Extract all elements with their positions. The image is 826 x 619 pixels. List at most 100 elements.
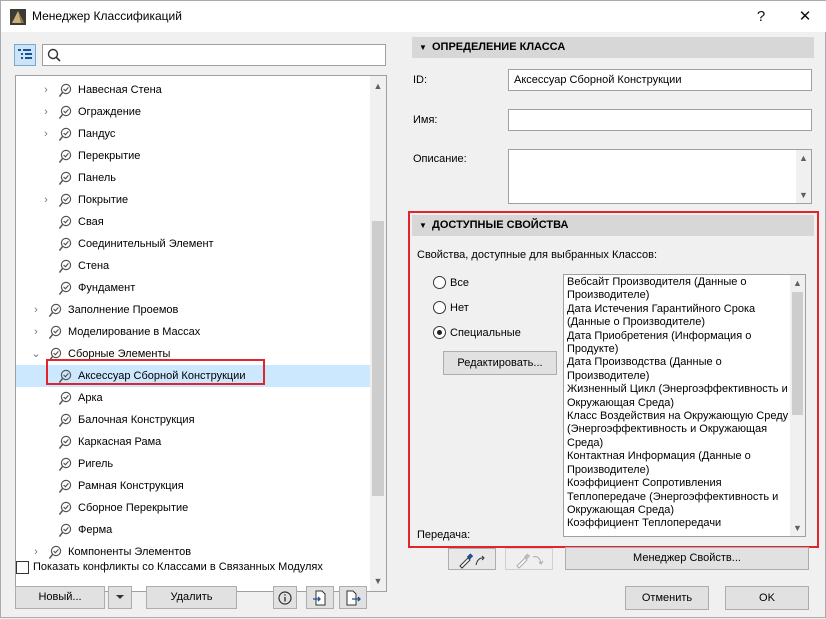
tree-item-label: Перекрытие [78, 150, 141, 162]
delete-button[interactable]: Удалить [146, 586, 237, 609]
cancel-button[interactable]: Отменить [625, 586, 709, 610]
class-definition-header[interactable]: ▼ ОПРЕДЕЛЕНИЕ КЛАССА [412, 37, 814, 58]
info-button[interactable] [273, 586, 297, 609]
classification-icon [58, 237, 73, 252]
tree-item[interactable]: › Заполнение Проемов [16, 299, 372, 321]
new-dropdown-button[interactable] [108, 586, 132, 609]
chevron-right-icon[interactable]: › [30, 299, 42, 321]
properties-caption: Свойства, доступные для выбранных Классо… [417, 249, 658, 261]
tree-item[interactable]: Рамная Конструкция [16, 475, 372, 497]
tree-item[interactable]: › Моделирование в Массах [16, 321, 372, 343]
radio-none[interactable] [433, 301, 446, 314]
export-button[interactable] [339, 586, 367, 609]
eyedropper-pick-icon [459, 553, 485, 569]
tree-item[interactable]: Панель [16, 167, 372, 189]
property-item[interactable]: Вебсайт Производителя (Данные о Производ… [567, 276, 789, 303]
search-input[interactable] [42, 44, 386, 66]
property-item[interactable]: Дата Истечения Гарантийного Срока (Данны… [567, 303, 789, 330]
classification-icon [58, 457, 73, 472]
properties-scrollbar[interactable]: ▲ ▼ [790, 275, 805, 536]
tree-item[interactable]: Арка [16, 387, 372, 409]
property-item[interactable]: Контактная Информация (Данные о Производ… [567, 450, 789, 477]
chevron-right-icon[interactable]: › [40, 123, 52, 145]
tree-item[interactable]: Перекрытие [16, 145, 372, 167]
tree-item-label: Балочная Конструкция [78, 414, 195, 426]
property-item[interactable]: Коэффициент Сопротивления [567, 477, 789, 490]
tree-item-label: Компоненты Элементов [68, 546, 192, 558]
new-button[interactable]: Новый... [15, 586, 105, 609]
tree-item-label: Каркасная Рама [78, 436, 162, 448]
tree-item[interactable]: › Ограждение [16, 101, 372, 123]
scroll-down-icon[interactable]: ▼ [796, 187, 811, 203]
property-item[interactable]: Класс Воздействия на Окружающую Среду (Э… [567, 410, 789, 450]
scrollbar-thumb[interactable] [792, 292, 803, 415]
eyedropper-inject-icon [516, 553, 544, 569]
properties-list[interactable]: Вебсайт Производителя (Данные о Производ… [563, 274, 806, 537]
transfer-label: Передача: [417, 529, 471, 541]
classification-icon [58, 171, 73, 186]
classification-icon [58, 479, 73, 494]
tree-item[interactable]: › Покрытие [16, 189, 372, 211]
classification-icon [58, 501, 73, 516]
pick-up-parameters-button[interactable] [448, 548, 496, 570]
tree-item[interactable]: Соединительный Элемент [16, 233, 372, 255]
description-field[interactable]: ▲ ▼ [508, 149, 812, 204]
property-manager-button[interactable]: Менеджер Свойств... [565, 547, 809, 570]
import-button[interactable] [306, 586, 334, 609]
tree-scrollbar[interactable]: ▲ ▼ [370, 76, 386, 591]
radio-all[interactable] [433, 276, 446, 289]
classification-icon [58, 435, 73, 450]
name-field[interactable] [508, 109, 812, 131]
name-label: Имя: [413, 114, 438, 126]
chevron-right-icon[interactable]: › [40, 189, 52, 211]
property-item[interactable]: Дата Приобретения (Информация о Продукте… [567, 330, 789, 357]
chevron-right-icon[interactable]: › [40, 79, 52, 101]
window-title: Менеджер Классификаций [32, 9, 182, 23]
property-item[interactable]: Теплопередаче (Энергоэффективность и Окр… [567, 491, 789, 518]
classification-icon [58, 391, 73, 406]
show-conflicts-checkbox[interactable] [16, 561, 29, 574]
tree-item[interactable]: Каркасная Рама [16, 431, 372, 453]
classification-tree[interactable]: › Навесная Стена › Ограждение › Пандус Перекры… [15, 75, 387, 592]
classification-icon [58, 215, 73, 230]
ok-button[interactable]: OK [725, 586, 809, 610]
chevron-right-icon[interactable]: › [30, 541, 42, 563]
chevron-down-icon[interactable]: ⌄ [30, 343, 42, 365]
tree-item[interactable]: Ферма [16, 519, 372, 541]
property-item[interactable]: Дата Производства (Данные о Производител… [567, 356, 789, 383]
tree-item[interactable]: Ригель [16, 453, 372, 475]
scroll-up-icon[interactable]: ▲ [796, 150, 811, 166]
scrollbar-thumb[interactable] [372, 221, 384, 496]
radio-special[interactable] [433, 326, 446, 339]
inject-parameters-button[interactable] [505, 548, 553, 570]
close-button[interactable]: ✕ [783, 1, 826, 32]
scroll-down-icon[interactable]: ▼ [370, 573, 386, 589]
scroll-up-icon[interactable]: ▲ [370, 78, 386, 94]
edit-button[interactable]: Редактировать... [443, 351, 557, 375]
title-bar: Менеджер Классификаций ? ✕ [1, 1, 826, 32]
tree-item[interactable]: Балочная Конструкция [16, 409, 372, 431]
left-panel: › Навесная Стена › Ограждение › Пандус Перекры… [10, 38, 392, 615]
archicad-app-icon [10, 9, 26, 25]
tree-item[interactable]: Стена [16, 255, 372, 277]
tree-item[interactable]: Сборное Перекрытие [16, 497, 372, 519]
tree-view-toggle-button[interactable] [14, 44, 36, 66]
chevron-right-icon[interactable]: › [40, 101, 52, 123]
tree-item[interactable]: › Пандус [16, 123, 372, 145]
tree-item[interactable]: Фундамент [16, 277, 372, 299]
classification-icon [48, 545, 63, 560]
tree-item-label: Ограждение [78, 106, 142, 118]
tree-item-label: Ферма [78, 524, 113, 536]
help-button[interactable]: ? [739, 1, 783, 32]
tree-item[interactable]: › Компоненты Элементов [16, 541, 372, 563]
available-properties-header[interactable]: ▼ ДОСТУПНЫЕ СВОЙСТВА [412, 215, 814, 236]
tree-item[interactable]: Свая [16, 211, 372, 233]
id-field[interactable]: Аксессуар Сборной Конструкции [508, 69, 812, 91]
chevron-right-icon[interactable]: › [30, 321, 42, 343]
description-scrollbar[interactable]: ▲ ▼ [796, 150, 811, 203]
scroll-up-icon[interactable]: ▲ [790, 275, 805, 291]
property-item[interactable]: Коэффициент Теплопередачи [567, 517, 789, 530]
tree-item[interactable]: › Навесная Стена [16, 79, 372, 101]
property-item[interactable]: Жизненный Цикл (Энергоэффективность и Ок… [567, 383, 789, 410]
scroll-down-icon[interactable]: ▼ [790, 520, 805, 536]
